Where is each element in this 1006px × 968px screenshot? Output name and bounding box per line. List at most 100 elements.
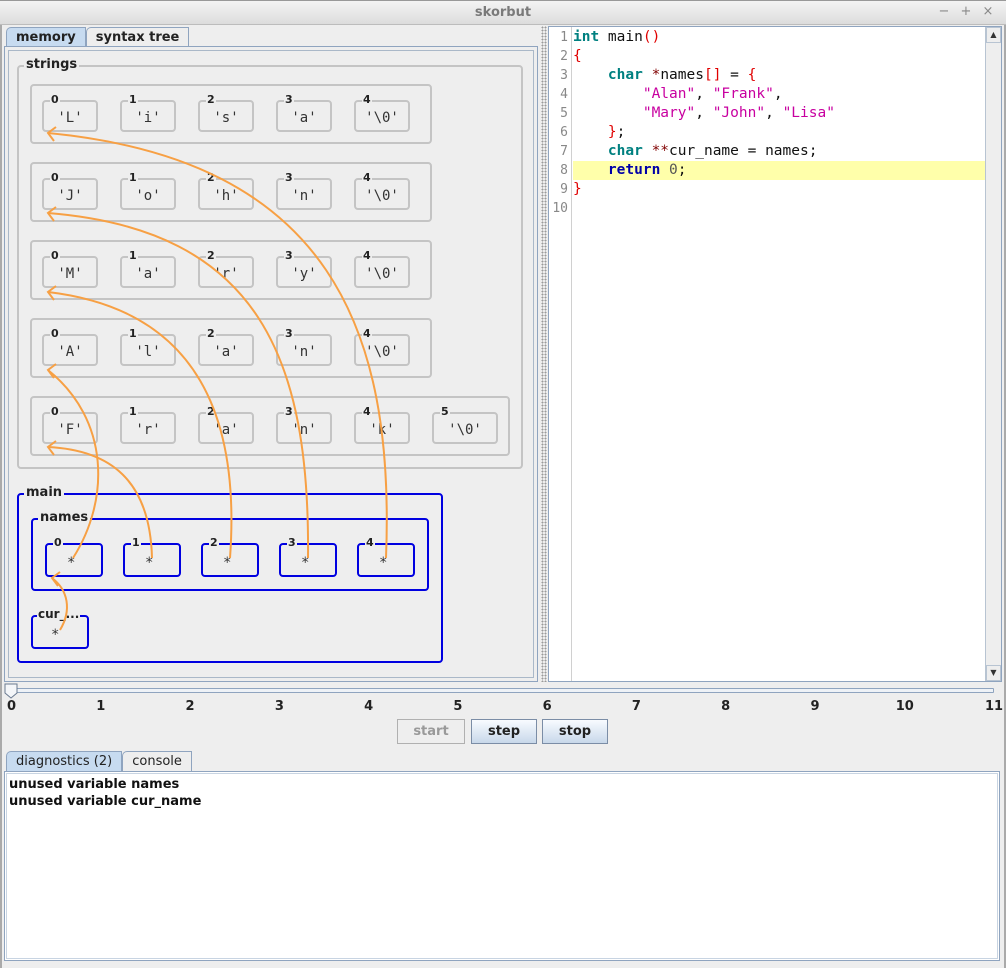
code-line[interactable]: char *names[] = {: [549, 66, 985, 85]
cell-index: 1: [128, 93, 138, 106]
close-icon[interactable]: ×: [980, 4, 996, 19]
names-pointer-cell[interactable]: 1 *: [123, 537, 181, 577]
code-line[interactable]: return 0;: [549, 161, 985, 180]
cell-index: 2: [206, 405, 216, 418]
char-cell[interactable]: 3 'n': [276, 328, 332, 366]
names-pointer-cell[interactable]: 2 *: [201, 537, 259, 577]
bottom-tab-bar: diagnostics (2) console: [6, 751, 192, 771]
code-line[interactable]: }: [549, 180, 985, 199]
code-token: "Frank": [712, 86, 774, 102]
cell-index: 3: [284, 405, 294, 418]
char-cell[interactable]: 1 'i': [120, 94, 176, 132]
code-line[interactable]: {: [549, 47, 985, 66]
char-cell[interactable]: 4 '\0': [354, 250, 410, 288]
code-token: ,: [773, 86, 783, 102]
char-cell[interactable]: 1 'o': [120, 172, 176, 210]
split-pane-divider[interactable]: [541, 26, 547, 682]
diagnostics-panel: unused variable names unused variable cu…: [4, 771, 1000, 961]
char-cell[interactable]: 2 'a': [198, 406, 254, 444]
scroll-down-icon[interactable]: ▼: [986, 665, 1001, 681]
code-token: **: [651, 143, 670, 159]
cell-value: *: [301, 555, 310, 571]
cell-value: 'L': [57, 110, 83, 126]
char-cell[interactable]: 3 'y': [276, 250, 332, 288]
char-cell[interactable]: 0 'L': [42, 94, 98, 132]
tab-diagnostics[interactable]: diagnostics (2): [6, 751, 123, 771]
cur-name-cell[interactable]: cur_... *: [31, 608, 89, 649]
code-token: }: [573, 181, 582, 197]
code-token: return: [607, 162, 661, 178]
code-line[interactable]: "Mary", "John", "Lisa": [549, 104, 985, 123]
char-cell[interactable]: 4 '\0': [354, 94, 410, 132]
code-line[interactable]: "Alan", "Frank",: [549, 85, 985, 104]
cell-value: 'l': [135, 344, 161, 360]
diagnostic-message[interactable]: unused variable names: [9, 776, 995, 793]
names-pointer-cell[interactable]: 0 *: [45, 537, 103, 577]
diagnostic-message[interactable]: unused variable cur_name: [9, 793, 995, 810]
char-cell[interactable]: 2 's': [198, 94, 254, 132]
char-cell[interactable]: 4 '\0': [354, 328, 410, 366]
code-token: *: [651, 67, 661, 83]
names-label: names: [38, 510, 91, 526]
cell-index: 0: [50, 327, 60, 340]
timeline-tick-label: 8: [721, 699, 731, 714]
code-line[interactable]: [549, 199, 985, 218]
char-cell[interactable]: 0 'A': [42, 328, 98, 366]
cell-value: 'M': [57, 266, 83, 282]
cell-value: '\0': [365, 344, 399, 360]
char-cell[interactable]: 1 'l': [120, 328, 176, 366]
timeline-slider-track[interactable]: [8, 688, 994, 693]
char-cell[interactable]: 2 'a': [198, 328, 254, 366]
code-line[interactable]: char **cur_name = names;: [549, 142, 985, 161]
code-token: "Mary": [642, 105, 696, 121]
stop-button[interactable]: stop: [542, 719, 608, 744]
cell-value: 'i': [135, 110, 161, 126]
char-cell[interactable]: 2 'h': [198, 172, 254, 210]
char-cell[interactable]: 0 'J': [42, 172, 98, 210]
cell-index: 4: [362, 93, 372, 106]
char-cell[interactable]: 3 'n': [276, 172, 332, 210]
start-button[interactable]: start: [397, 719, 465, 744]
cell-value: 's': [213, 110, 239, 126]
tab-syntax-tree[interactable]: syntax tree: [85, 27, 190, 47]
scroll-up-icon[interactable]: ▲: [986, 27, 1001, 43]
char-cell[interactable]: 5 '\0': [432, 406, 498, 444]
code-token: {: [747, 67, 757, 83]
char-cell[interactable]: 1 'r': [120, 406, 176, 444]
cell-value: 'a': [213, 422, 239, 438]
timeline-tick-label: 0: [7, 699, 17, 714]
maximize-icon[interactable]: +: [958, 4, 974, 19]
code-token: names: [660, 67, 704, 83]
char-cell[interactable]: 4 '\0': [354, 172, 410, 210]
tab-memory[interactable]: memory: [6, 27, 86, 47]
code-line[interactable]: int main(): [549, 28, 985, 47]
cell-index: 0: [50, 249, 60, 262]
cell-value: 'y': [291, 266, 317, 282]
code-editor[interactable]: 1 int main() 2{3 char *names[] = {4 "Alan"…: [548, 26, 1002, 682]
cur-name-label: cur_...: [37, 607, 81, 621]
char-cell[interactable]: 3 'a': [276, 94, 332, 132]
char-cell[interactable]: 0 'F': [42, 406, 98, 444]
timeline-slider-thumb[interactable]: [4, 683, 18, 699]
cell-value: 'n': [291, 422, 317, 438]
cell-index: 2: [206, 249, 216, 262]
char-cell[interactable]: 2 'r': [198, 250, 254, 288]
minimize-icon[interactable]: −: [936, 4, 952, 19]
code-line[interactable]: };: [549, 123, 985, 142]
vertical-scrollbar[interactable]: ▲ ▼: [985, 27, 1001, 681]
cell-value: '\0': [365, 188, 399, 204]
left-tab-bar: memory syntax tree: [6, 27, 190, 47]
tab-console[interactable]: console: [122, 751, 192, 771]
cell-index: 4: [362, 405, 372, 418]
cell-index: 4: [362, 249, 372, 262]
names-pointer-cell[interactable]: 4 *: [357, 537, 415, 577]
char-cell[interactable]: 1 'a': [120, 250, 176, 288]
names-pointer-cell[interactable]: 3 *: [279, 537, 337, 577]
step-button[interactable]: step: [471, 719, 537, 744]
char-cell[interactable]: 0 'M': [42, 250, 98, 288]
char-cell[interactable]: 4 'k': [354, 406, 410, 444]
char-cell[interactable]: 3 'n': [276, 406, 332, 444]
